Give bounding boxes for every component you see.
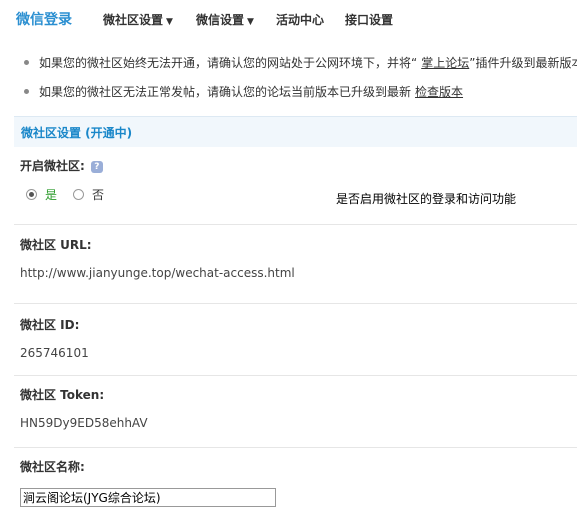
caret-down-icon: ▼	[166, 17, 173, 27]
tip-text: 如果您的微社区始终无法开通，请确认您的网站处于公网环境下，并将“	[39, 56, 418, 70]
name-label: 微社区名称:	[20, 460, 85, 474]
id-label: 微社区 ID:	[20, 318, 80, 332]
caret-down-icon: ▼	[247, 17, 254, 27]
url-label: 微社区 URL:	[20, 238, 92, 252]
top-nav: 微信登录 微社区设置 ▼ 微信设置 ▼ 活动中心 接口设置	[0, 0, 577, 38]
token-value: HN59Dy9ED58ehhAV	[20, 416, 148, 430]
help-icon[interactable]: ?	[90, 160, 103, 173]
divider	[14, 447, 577, 448]
enable-label: 开启微社区:?	[20, 157, 103, 174]
divider	[14, 224, 577, 225]
radio-label: 否	[92, 188, 105, 202]
nav-item-wechat-settings[interactable]: 微信设置 ▼	[196, 11, 254, 28]
enable-yes-radio[interactable]: 是	[26, 186, 57, 203]
enable-no-radio[interactable]: 否	[73, 186, 104, 203]
tip-item: 如果您的微社区无法正常发帖，请确认您的论坛当前版本已升级到最新 检查版本	[24, 83, 463, 100]
nav-item-label: 微社区设置	[103, 13, 164, 27]
divider	[14, 375, 577, 376]
nav-item-label: 微信设置	[196, 13, 245, 27]
radio-unchecked-icon	[73, 189, 84, 200]
section-header: 微社区设置 (开通中)	[14, 116, 577, 147]
mobile-forum-link[interactable]: 掌上论坛	[421, 56, 469, 70]
check-version-link[interactable]: 检查版本	[415, 85, 463, 99]
radio-label: 是	[45, 188, 58, 202]
nav-item-api-settings[interactable]: 接口设置	[345, 11, 393, 28]
tip-text-after: ”插件升级到最新版本	[469, 56, 577, 70]
bullet-icon	[24, 60, 29, 65]
divider	[14, 303, 577, 304]
tip-text: 如果您的微社区无法正常发帖，请确认您的论坛当前版本已升级到最新	[39, 85, 412, 99]
nav-item-activity-center[interactable]: 活动中心	[276, 11, 324, 28]
url-value: http://www.jianyunge.top/wechat-access.h…	[20, 266, 295, 280]
nav-title[interactable]: 微信登录	[16, 9, 72, 29]
section-title: 微社区设置 (开通中)	[21, 126, 133, 140]
radio-checked-icon	[26, 189, 37, 200]
id-value: 265746101	[20, 346, 89, 360]
enable-label-text: 开启微社区:	[20, 159, 85, 173]
token-label: 微社区 Token:	[20, 388, 105, 402]
nav-item-community-settings[interactable]: 微社区设置 ▼	[103, 11, 173, 28]
community-name-input[interactable]	[20, 488, 276, 507]
bullet-icon	[24, 89, 29, 94]
enable-description: 是否启用微社区的登录和访问功能	[336, 192, 517, 206]
tip-item: 如果您的微社区始终无法开通，请确认您的网站处于公网环境下，并将“ 掌上论坛”插件升…	[24, 54, 577, 71]
